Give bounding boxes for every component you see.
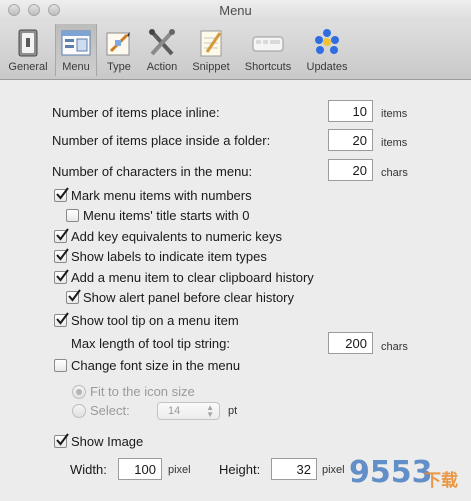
title-zero-label: Menu items' title starts with 0 — [83, 208, 250, 223]
show-labels-label: Show labels to indicate item types — [71, 249, 267, 264]
menu-icon — [61, 30, 91, 56]
tab-label: Type — [107, 61, 131, 73]
preferences-toolbar: General Menu Type Action Snippet Shortcu… — [0, 22, 471, 80]
chars-menu-unit: chars — [381, 167, 408, 179]
items-inline-label: Number of items place inline: — [52, 105, 220, 120]
show-image-checkbox[interactable] — [54, 433, 69, 448]
stepper-arrows-icon: ▲ ▼ — [206, 403, 214, 419]
items-inline-unit: items — [381, 108, 408, 120]
alert-panel-label: Show alert panel before clear history — [83, 290, 295, 305]
watermark-suffix: 下载 — [424, 471, 458, 491]
key-equivalents-label: Add key equivalents to numeric keys — [71, 229, 282, 244]
fit-icon-label: Fit to the icon size — [90, 384, 195, 399]
tools-icon — [149, 29, 175, 56]
watermark-number: 9553 — [349, 455, 433, 490]
preferences-window: Menu General Menu Type Action Snippet Sh… — [0, 0, 471, 501]
checkmark-icon — [56, 433, 69, 446]
tab-label: Action — [146, 61, 178, 73]
close-window-button[interactable] — [8, 4, 20, 16]
tab-action[interactable]: Action — [140, 24, 184, 76]
minimize-window-button[interactable] — [28, 4, 40, 16]
tab-general[interactable]: General — [4, 24, 52, 76]
tab-label: Shortcuts — [244, 61, 292, 73]
zoom-window-button[interactable] — [48, 4, 60, 16]
width-label: Width: — [70, 462, 107, 477]
tab-shortcuts[interactable]: Shortcuts — [238, 24, 298, 76]
tooltip-length-label: Max length of tool tip string: — [71, 336, 230, 351]
mark-numbers-label: Mark menu items with numbers — [71, 188, 252, 203]
updates-icon — [315, 29, 339, 54]
checkmark-icon — [56, 187, 69, 200]
width-field[interactable]: 100 — [118, 458, 162, 480]
tab-label: Snippet — [192, 61, 230, 73]
clear-history-label: Add a menu item to clear clipboard histo… — [71, 270, 314, 285]
height-label: Height: — [219, 462, 261, 477]
tab-type[interactable]: Type — [98, 24, 140, 76]
clear-history-checkbox[interactable] — [54, 269, 69, 284]
change-font-checkbox[interactable] — [54, 359, 67, 372]
chars-menu-field[interactable]: 20 — [328, 159, 373, 181]
items-folder-label: Number of items place inside a folder: — [52, 133, 271, 148]
fit-icon-radio[interactable] — [72, 385, 86, 399]
items-inline-field[interactable]: 10 — [328, 100, 373, 122]
items-folder-unit: items — [381, 137, 408, 149]
checkmark-icon — [56, 228, 69, 241]
tab-menu[interactable]: Menu — [55, 24, 97, 76]
keyboard-icon — [252, 36, 284, 52]
tab-label: General — [8, 61, 48, 73]
switch-icon — [18, 29, 38, 57]
tab-label: Updates — [306, 61, 348, 73]
title-zero-checkbox[interactable] — [66, 209, 79, 222]
items-folder-field[interactable]: 20 — [328, 129, 373, 151]
type-icon — [106, 32, 130, 56]
window-title: Menu — [219, 3, 252, 18]
font-size-unit: pt — [228, 405, 238, 417]
show-labels-checkbox[interactable] — [54, 248, 69, 263]
font-size-select[interactable]: 14 ▲ ▼ — [157, 402, 220, 420]
tool-tip-label: Show tool tip on a menu item — [71, 313, 239, 328]
mark-numbers-checkbox[interactable] — [54, 187, 69, 202]
key-equivalents-checkbox[interactable] — [54, 228, 69, 243]
width-unit: pixel — [168, 464, 191, 476]
tab-snippet[interactable]: Snippet — [188, 24, 234, 76]
alert-panel-checkbox[interactable] — [66, 289, 81, 304]
menu-preferences-pane: Number of items place inline: 10 items N… — [0, 80, 471, 501]
select-size-label: Select: — [90, 403, 130, 418]
chars-menu-label: Number of characters in the menu: — [52, 164, 253, 179]
height-field[interactable]: 32 — [271, 458, 317, 480]
tab-updates[interactable]: Updates — [301, 24, 353, 76]
checkmark-icon — [56, 312, 69, 325]
notepad-icon — [200, 30, 222, 57]
height-unit: pixel — [322, 464, 345, 476]
show-image-label: Show Image — [71, 434, 144, 449]
checkmark-icon — [56, 269, 69, 282]
select-size-radio[interactable] — [72, 404, 86, 418]
tooltip-length-unit: chars — [381, 341, 408, 353]
checkmark-icon — [68, 289, 81, 302]
title-bar: Menu — [0, 0, 471, 22]
font-size-value: 14 — [168, 405, 181, 417]
tool-tip-checkbox[interactable] — [54, 312, 69, 327]
tab-label: Menu — [62, 61, 90, 73]
change-font-label: Change font size in the menu — [71, 358, 241, 373]
checkmark-icon — [56, 248, 69, 261]
tooltip-length-field[interactable]: 200 — [328, 332, 373, 354]
